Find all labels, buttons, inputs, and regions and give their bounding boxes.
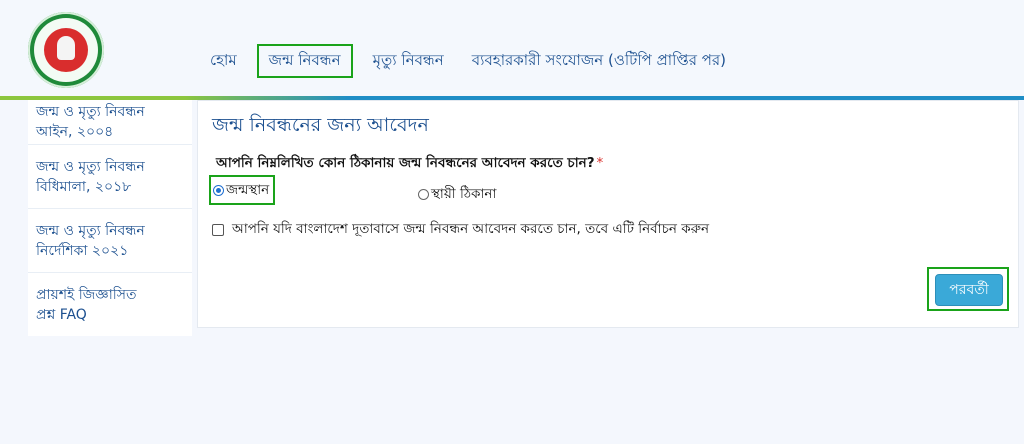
nav-user-addition[interactable]: ব্যবহারকারী সংযোজন (ওটিপি প্রাপ্তির পর) (458, 44, 740, 78)
sidebar-item-label: জন্ম ও মৃত্যু নিবন্ধন আইন, ২০০৪ (36, 102, 145, 142)
nav-home[interactable]: হোম (196, 44, 251, 78)
nav-death-registration[interactable]: মৃত্যু নিবন্ধন (359, 44, 458, 78)
radio-birthplace-label: জন্মস্থান (226, 181, 270, 198)
sidebar-item-line2: নির্দেশিকা ২০২১ (36, 242, 129, 259)
sidebar-item-line2: আইন, ২০০৪ (36, 124, 114, 140)
sidebar-item-guideline-2021[interactable]: জন্ম ও মৃত্যু নিবন্ধন নির্দেশিকা ২০২১ (28, 209, 192, 273)
embassy-option[interactable]: আপনি যদি বাংলাদেশ দূতাবাসে জন্ম নিবন্ধন … (212, 218, 709, 241)
radio-option-permanent-address[interactable]: স্থায়ী ঠিকানা (418, 183, 496, 206)
sidebar-item-act-2004[interactable]: জন্ম ও মৃত্যু নিবন্ধন আইন, ২০০৪ (28, 100, 192, 145)
sidebar-item-line1: জন্ম ও মৃত্যু নিবন্ধন (36, 104, 145, 120)
sidebar-item-line2: প্রশ্ন FAQ (36, 306, 87, 323)
site-header: হোম জন্ম নিবন্ধন মৃত্যু নিবন্ধন ব্যবহারক… (0, 0, 1024, 96)
sidebar: জন্ম ও মৃত্যু নিবন্ধন আইন, ২০০৪ জন্ম ও ম… (28, 100, 192, 336)
required-mark: * (596, 155, 604, 171)
emblem-figure (57, 36, 75, 60)
radio-permanent-address-label: স্থায়ী ঠিকানা (431, 186, 497, 202)
address-question: আপনি নিম্নলিখিত কোন ঠিকানায় জন্ম নিবন্ধ… (216, 152, 603, 175)
radio-birthplace[interactable] (213, 184, 224, 196)
sidebar-item-faq[interactable]: প্রায়শই জিজ্ঞাসিত প্রশ্ন FAQ (28, 273, 192, 336)
sidebar-item-label: জন্ম ও মৃত্যু নিবন্ধন নির্দেশিকা ২০২১ (36, 221, 145, 261)
nav-birth-registration[interactable]: জন্ম নিবন্ধন (256, 44, 353, 78)
next-button-highlight: পরবর্তী (927, 267, 1009, 311)
birth-registration-form: জন্ম নিবন্ধনের জন্য আবেদন আপনি নিম্নলিখি… (197, 100, 1019, 328)
sidebar-item-line1: জন্ম ও মৃত্যু নিবন্ধন (36, 222, 145, 239)
radio-permanent-address[interactable] (418, 189, 429, 200)
sidebar-item-label: জন্ম ও মৃত্যু নিবন্ধন বিধিমালা, ২০১৮ (36, 157, 145, 197)
sidebar-item-line2: বিধিমালা, ২০১৮ (36, 178, 132, 195)
sidebar-item-label: প্রায়শই জিজ্ঞাসিত প্রশ্ন FAQ (36, 285, 137, 325)
sidebar-item-line1: প্রায়শই জিজ্ঞাসিত (36, 286, 137, 303)
embassy-checkbox-label: আপনি যদি বাংলাদেশ দূতাবাসে জন্ম নিবন্ধন … (232, 221, 710, 237)
next-button[interactable]: পরবর্তী (935, 274, 1003, 306)
sidebar-item-line1: জন্ম ও মৃত্যু নিবন্ধন (36, 158, 145, 175)
form-title: জন্ম নিবন্ধনের জন্য আবেদন (212, 114, 429, 136)
main-nav: হোম জন্ম নিবন্ধন মৃত্যু নিবন্ধন ব্যবহারক… (196, 42, 740, 80)
embassy-checkbox[interactable] (212, 223, 224, 236)
radio-option-birthplace[interactable]: জন্মস্থান (209, 175, 276, 205)
sidebar-item-rules-2018[interactable]: জন্ম ও মৃত্যু নিবন্ধন বিধিমালা, ২০১৮ (28, 145, 192, 209)
government-emblem-icon[interactable] (28, 12, 104, 88)
address-question-text: আপনি নিম্নলিখিত কোন ঠিকানায় জন্ম নিবন্ধ… (216, 155, 595, 171)
